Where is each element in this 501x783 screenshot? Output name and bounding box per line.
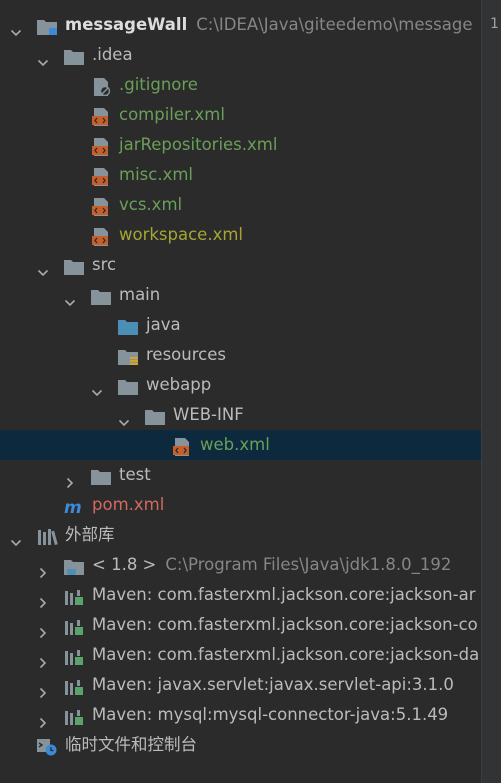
editor-gutter: 1 xyxy=(481,0,501,783)
xml-file-icon xyxy=(90,166,112,186)
tree-row[interactable]: java xyxy=(0,310,481,340)
tree-row-label: Maven: com.fasterxml.jackson.core:jackso… xyxy=(92,615,478,634)
tree-row[interactable]: Maven: com.fasterxml.jackson.core:jackso… xyxy=(0,610,481,640)
xml-file-icon xyxy=(90,136,112,156)
tree-row-label: Maven: mysql:mysql-connector-java:5.1.49 xyxy=(92,705,449,724)
tree-row[interactable]: .gitignore xyxy=(0,70,481,100)
chevron-down-icon[interactable] xyxy=(37,49,49,67)
tree-row-label: resources xyxy=(146,345,226,364)
chevron-right-icon[interactable] xyxy=(37,649,49,669)
jdk-icon xyxy=(63,556,85,575)
tree-row-label: vcs.xml xyxy=(119,195,183,214)
tree-row[interactable]: misc.xml xyxy=(0,160,481,190)
tree-row-label: 临时文件和控制台 xyxy=(65,735,197,754)
tree-row[interactable]: vcs.xml xyxy=(0,190,481,220)
tree-row[interactable]: resources xyxy=(0,340,481,370)
folder-icon xyxy=(90,286,112,305)
xml-file-icon xyxy=(90,196,112,216)
library-icon xyxy=(63,616,85,635)
source-folder-icon xyxy=(117,316,139,335)
tree-row-label: misc.xml xyxy=(119,165,193,184)
xml-file-icon xyxy=(171,436,193,456)
chevron-right-icon[interactable] xyxy=(37,679,49,699)
tree-row-path: C:\Program Files\Java\jdk1.8.0_192 xyxy=(165,555,452,574)
tree-row-label: < 1.8 > xyxy=(92,555,157,574)
tree-row-label: messageWall xyxy=(65,15,188,34)
tree-row-label: test xyxy=(119,465,151,484)
tree-row-label: java xyxy=(146,315,181,334)
chevron-right-icon[interactable] xyxy=(37,559,49,579)
tree-row[interactable]: Maven: com.fasterxml.jackson.core:jackso… xyxy=(0,580,481,610)
folder-icon xyxy=(117,376,139,395)
tree-row[interactable]: Maven: com.fasterxml.jackson.core:jackso… xyxy=(0,640,481,670)
ignored-file-icon xyxy=(90,76,112,97)
chevron-down-icon[interactable] xyxy=(91,379,103,397)
tree-row-label: WEB-INF xyxy=(173,405,244,424)
tree-row-label: web.xml xyxy=(200,435,270,454)
chevron-down-icon[interactable] xyxy=(64,289,76,307)
tree-row[interactable]: web.xml xyxy=(0,430,481,460)
tree-row-label: Maven: com.fasterxml.jackson.core:jackso… xyxy=(92,645,480,664)
tree-row[interactable]: messageWall C:\IDEA\Java\giteedemo\messag… xyxy=(0,10,481,40)
xml-file-icon xyxy=(90,226,112,246)
folder-icon xyxy=(90,466,112,485)
tree-row-label: Maven: javax.servlet:javax.servlet-api:3… xyxy=(92,675,454,694)
chevron-right-icon[interactable] xyxy=(37,619,49,639)
module-folder-icon xyxy=(36,16,58,35)
chevron-down-icon[interactable] xyxy=(10,19,22,37)
tree-row[interactable]: .idea xyxy=(0,40,481,70)
tree-row[interactable]: src xyxy=(0,250,481,280)
tree-row-label: workspace.xml xyxy=(119,225,243,244)
tree-row-label: .gitignore xyxy=(119,75,198,94)
chevron-down-icon[interactable] xyxy=(37,259,49,277)
chevron-right-icon[interactable] xyxy=(64,469,76,489)
tree-row-label: pom.xml xyxy=(92,495,165,514)
tree-row[interactable]: WEB-INF xyxy=(0,400,481,430)
chevron-right-icon[interactable] xyxy=(37,589,49,609)
tree-row-label: main xyxy=(119,285,161,304)
tree-row[interactable]: workspace.xml xyxy=(0,220,481,250)
tree-row-label: webapp xyxy=(146,375,212,394)
tree-row[interactable]: test xyxy=(0,460,481,490)
tree-row[interactable]: main xyxy=(0,280,481,310)
tree-row-label: Maven: com.fasterxml.jackson.core:jackso… xyxy=(92,585,476,604)
tree-row[interactable]: Maven: mysql:mysql-connector-java:5.1.49 xyxy=(0,700,481,730)
folder-icon xyxy=(63,256,85,275)
libraries-icon xyxy=(36,526,58,546)
tree-row[interactable]: m pom.xml xyxy=(0,490,481,520)
tree-row[interactable]: Maven: javax.servlet:javax.servlet-api:3… xyxy=(0,670,481,700)
xml-file-icon xyxy=(90,106,112,126)
chevron-down-icon[interactable] xyxy=(118,409,130,427)
scratches-icon xyxy=(36,736,58,756)
tree-row-label: compiler.xml xyxy=(119,105,225,124)
tree-row[interactable]: < 1.8 > C:\Program Files\Java\jdk1.8.0_19… xyxy=(0,550,481,580)
folder-icon xyxy=(144,406,166,425)
chevron-right-icon[interactable] xyxy=(37,709,49,729)
tree-row[interactable]: 临时文件和控制台 xyxy=(0,730,481,760)
tree-row[interactable]: compiler.xml xyxy=(0,100,481,130)
tree-row-label: .idea xyxy=(92,45,133,64)
chevron-down-icon[interactable] xyxy=(10,529,22,547)
tree-row[interactable]: webapp xyxy=(0,370,481,400)
library-icon xyxy=(63,706,85,725)
project-tree[interactable]: messageWall C:\IDEA\Java\giteedemo\messag… xyxy=(0,0,481,783)
tree-row[interactable]: 外部库 xyxy=(0,520,481,550)
tree-row-path: C:\IDEA\Java\giteedemo\message xyxy=(196,15,473,34)
tree-row-label: 外部库 xyxy=(65,525,115,544)
resources-folder-icon xyxy=(117,346,139,365)
svg-text:m: m xyxy=(64,498,82,516)
folder-icon xyxy=(63,46,85,65)
library-icon xyxy=(63,676,85,695)
maven-icon: m xyxy=(63,496,85,518)
line-number: 1 xyxy=(490,16,499,32)
tree-row-label: jarRepositories.xml xyxy=(119,135,278,154)
tree-row-label: src xyxy=(92,255,117,274)
library-icon xyxy=(63,586,85,605)
tree-row[interactable]: jarRepositories.xml xyxy=(0,130,481,160)
library-icon xyxy=(63,646,85,665)
